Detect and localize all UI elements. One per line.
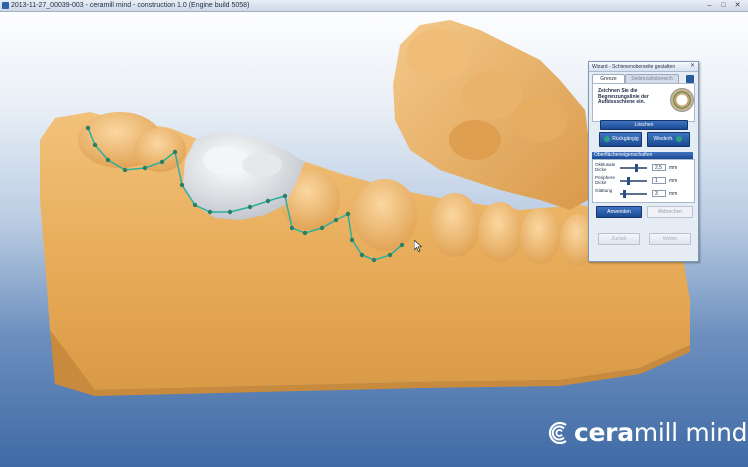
logo-mark-icon (548, 422, 567, 444)
occlusal-thickness-slider[interactable] (620, 167, 647, 169)
mouse-pointer-icon (414, 240, 422, 252)
instruction-panel: Zeichnen Sie die Begrenzungslinie der Au… (592, 83, 695, 122)
undo-button[interactable]: Rückgängig (599, 132, 642, 147)
property-label: Periphere Dicke (595, 175, 615, 185)
property-row-peripheral: Periphere Dicke 1 mm (593, 175, 694, 186)
slider-thumb[interactable] (622, 190, 626, 198)
close-icon[interactable]: ✕ (689, 63, 696, 70)
wizard-title-bar: Wizard - Schienenoberseite gestalten ✕ (589, 62, 698, 72)
close-icon[interactable]: ✕ (732, 1, 743, 10)
instruction-text: Zeichnen Sie die Begrenzungslinie der Au… (598, 88, 649, 106)
peripheral-thickness-field[interactable]: 1 (652, 177, 666, 184)
redo-icon (675, 135, 682, 142)
slider-thumb[interactable] (634, 164, 638, 172)
peripheral-thickness-slider[interactable] (620, 180, 647, 182)
property-row-occlusal: Okklusale Dicke 2,5 mm (593, 162, 694, 173)
wizard-tabs: Grenze Seitenzahnbereich (592, 74, 695, 84)
wizard-title: Wizard - Schienenoberseite gestalten (592, 64, 676, 70)
next-button[interactable]: Weiter (649, 233, 691, 245)
cancel-button[interactable]: Abbrechen (647, 206, 693, 218)
surface-properties-panel: Okklusale Dicke 2,5 mm Periphere Dicke 1… (592, 159, 695, 203)
property-row-smoothing: Glättung 3 mm (593, 188, 694, 199)
unit-label: mm (669, 191, 678, 197)
logo-text: ceramill mind (574, 418, 748, 448)
occlusal-thickness-field[interactable]: 2,5 (652, 164, 666, 171)
app-icon (2, 2, 9, 9)
logo-brand-light: mill mind (633, 418, 748, 447)
window-title: 2013-11-27_00039-003 - ceramill mind - c… (11, 2, 250, 9)
minimize-icon[interactable]: – (704, 1, 715, 10)
redo-label: Wiederh. (653, 136, 674, 142)
apply-button[interactable]: Anwenden (596, 206, 642, 218)
ceramill-mind-logo: ceramill mind (548, 418, 748, 448)
slider-thumb[interactable] (626, 177, 630, 185)
property-label: Glättung (595, 188, 613, 193)
delete-button[interactable]: Löschen (600, 120, 688, 130)
window-title-bar: 2013-11-27_00039-003 - ceramill mind - c… (0, 0, 748, 12)
logo-brand-bold: cera (574, 418, 634, 447)
unit-label: mm (669, 165, 678, 171)
preview-thumbnail (670, 88, 694, 112)
redo-button[interactable]: Wiederh. (647, 132, 690, 147)
maximize-icon[interactable]: □ (718, 1, 729, 10)
undo-label: Rückgängig (612, 136, 639, 142)
surface-properties-header: Oberflächeneigenschaften (592, 152, 693, 159)
property-label: Okklusale Dicke (595, 162, 616, 172)
settings-icon[interactable] (686, 75, 694, 83)
unit-label: mm (669, 178, 678, 184)
back-button[interactable]: Zurück (598, 233, 640, 245)
wizard-dialog: Wizard - Schienenoberseite gestalten ✕ G… (588, 61, 699, 262)
smoothing-field[interactable]: 3 (652, 190, 666, 197)
undo-icon (604, 135, 611, 142)
upper-jaw-model (393, 20, 590, 210)
